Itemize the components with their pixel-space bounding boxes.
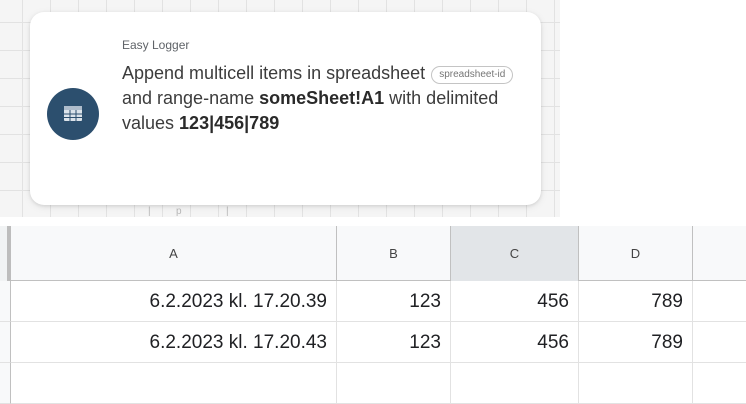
backdrop-mark: p (176, 206, 182, 217)
cell-e1[interactable] (693, 281, 746, 322)
cell-c2[interactable]: 456 (451, 322, 579, 363)
column-header-c[interactable]: C (451, 226, 579, 281)
cell-d3[interactable] (579, 363, 693, 404)
notification-backdrop: | p | Easy Logger Append multicell items… (0, 0, 560, 217)
column-header-e[interactable] (693, 226, 746, 281)
cell-b2[interactable]: 123 (337, 322, 451, 363)
backdrop-header-marks: | p | (148, 206, 229, 217)
delimited-values: 123|456|789 (179, 113, 280, 133)
notification-card[interactable]: Easy Logger Append multicell items in sp… (30, 12, 541, 205)
column-header-d[interactable]: D (579, 226, 693, 281)
cell-a2[interactable]: 6.2.2023 kl. 17.20.43 (11, 322, 337, 363)
cell-a3[interactable] (11, 363, 337, 404)
spreadsheet-grid: A B C D 6.2.2023 kl. 17.20.39 123 456 78… (0, 226, 746, 404)
cell-c3[interactable] (451, 363, 579, 404)
cell-b3[interactable] (337, 363, 451, 404)
cell-e2[interactable] (693, 322, 746, 363)
cell-d1[interactable]: 789 (579, 281, 693, 322)
column-header-b[interactable]: B (337, 226, 451, 281)
cell-b1[interactable]: 123 (337, 281, 451, 322)
app-name: Easy Logger (122, 38, 190, 52)
message-text: Append multicell items in spreadsheet (122, 63, 426, 83)
column-header-a[interactable]: A (11, 226, 337, 281)
select-all-corner[interactable] (0, 226, 11, 281)
cell-e3[interactable] (693, 363, 746, 404)
cell-a1[interactable]: 6.2.2023 kl. 17.20.39 (11, 281, 337, 322)
row-header[interactable] (0, 322, 11, 363)
range-name: someSheet!A1 (259, 88, 385, 108)
row-header[interactable] (0, 281, 11, 322)
message-text: and range-name (122, 88, 255, 108)
cell-d2[interactable]: 789 (579, 322, 693, 363)
cell-c1[interactable]: 456 (451, 281, 579, 322)
row-header[interactable] (0, 363, 11, 404)
spreadsheet-id-chip[interactable]: spreadsheet-id (431, 66, 514, 84)
column-header-row: A B C D (0, 226, 746, 281)
notification-message: Append multicell items in spreadsheet sp… (122, 61, 532, 136)
app-icon (47, 88, 99, 140)
spreadsheet-icon (64, 106, 82, 121)
